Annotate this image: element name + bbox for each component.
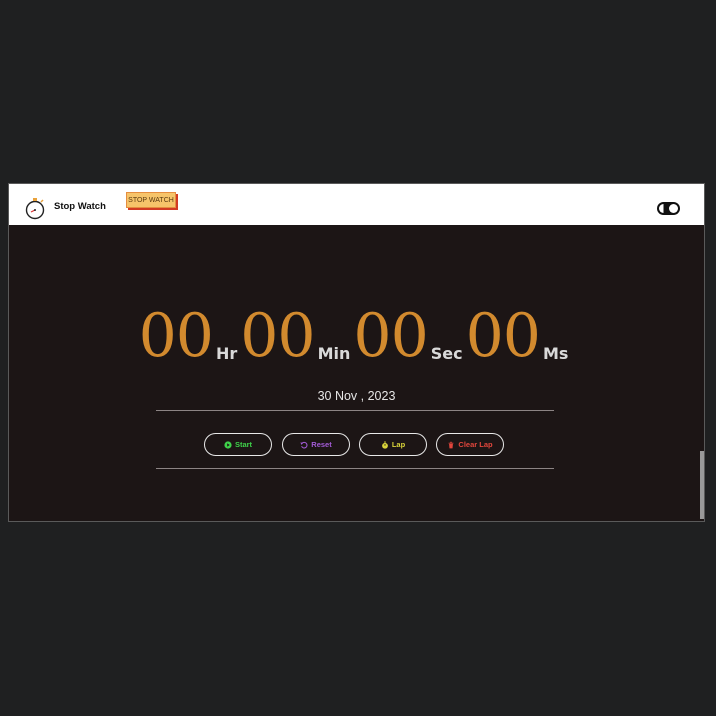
bottom-divider [156,468,554,469]
toggle-knob [669,204,678,213]
clear-lap-label: Clear Lap [458,440,493,449]
minutes-unit: Min [317,344,351,363]
clear-lap-button[interactable]: Clear Lap [436,433,504,456]
hours-unit: Hr [215,344,238,363]
timer-display: 00 Hr 00 Min 00 Sec 00 Ms [139,296,569,371]
start-button[interactable]: Start [204,433,272,456]
stopwatch-icon [381,440,388,449]
controls-bar: Start Reset Lap Clear Lap [204,433,514,457]
theme-toggle[interactable] [657,202,680,215]
date-label: 30 Nov , 2023 [317,389,396,403]
stopwatch-window: Stop Watch STOP WATCH 00 Hr 00 Min 00 Se… [8,183,705,522]
reset-icon [300,441,308,448]
moon-icon [659,204,664,213]
lap-label: Lap [391,440,406,449]
scrollbar[interactable] [700,451,704,519]
seconds-unit: Sec [430,344,463,363]
stop-watch-nav-tag[interactable]: STOP WATCH [126,192,176,208]
milliseconds-value: 00 [465,301,541,371]
hours-value: 00 [138,301,214,371]
play-circle-icon [224,440,232,449]
reset-label: Reset [311,440,332,449]
brand-title: Stop Watch [54,201,106,212]
top-divider [156,410,554,411]
reset-button[interactable]: Reset [282,433,350,456]
stopwatch-logo-icon [25,198,45,220]
seconds-value: 00 [353,301,428,371]
minutes-value: 00 [240,301,315,371]
navbar: Stop Watch STOP WATCH [9,184,704,225]
trash-icon [449,441,454,448]
start-label: Start [234,440,253,449]
lap-button[interactable]: Lap [359,433,427,456]
milliseconds-unit: Ms [542,344,569,363]
